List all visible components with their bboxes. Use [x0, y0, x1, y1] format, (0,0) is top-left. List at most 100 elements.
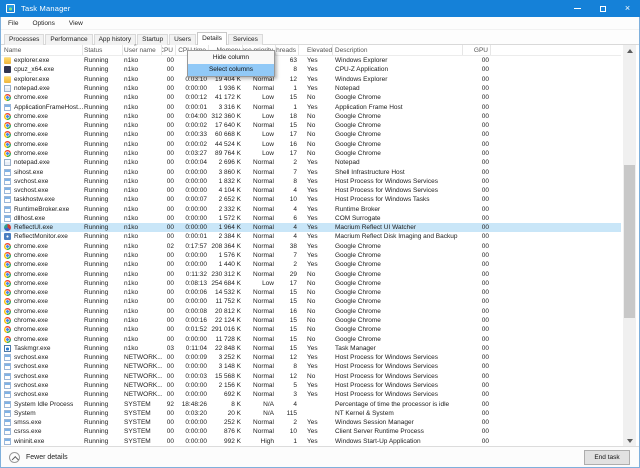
cell-status: Running [84, 391, 109, 399]
column-header-user[interactable]: User name [123, 45, 162, 55]
context-menu-item-hide-column[interactable]: Hide column [188, 51, 274, 64]
process-name-cell: chrome.exe [1, 298, 83, 306]
process-row-chrome-exe[interactable]: chrome.exe Running n1ko 00 0:00:16 22 124 K No… [1, 316, 621, 325]
cell-threads: 17 [289, 279, 297, 287]
scrollbar-thumb[interactable] [624, 165, 635, 318]
process-row-explorer-exe[interactable]: explorer.exeRunningn1ko00Normal63YesWind… [1, 56, 621, 65]
vertical-scrollbar[interactable] [623, 45, 636, 446]
process-row-chrome-exe[interactable]: chrome.exe Running n1ko 00 0:00:06 14 532 K No… [1, 288, 621, 297]
process-row-notepad-exe[interactable]: notepad.exe Running n1ko 00 0:00:04 2 696 K No… [1, 158, 621, 167]
cell-cpu-time: 0:00:00 [185, 205, 207, 213]
process-row-notepad-exe[interactable]: notepad.exe Running n1ko 00 0:00:00 1 936 K No… [1, 84, 621, 93]
tab-details[interactable]: Details [197, 32, 227, 45]
process-row-reflectui-exe[interactable]: ReflectUI.exe Running n1ko 00 0:00:00 1 964 K… [1, 223, 621, 233]
process-row-chrome-exe[interactable]: chrome.exe Running n1ko 00 0:00:00 1 440 K Nor… [1, 260, 621, 269]
cell-threads: 4 [293, 233, 297, 241]
chrome-icon [4, 326, 11, 334]
process-row-wininit-exe[interactable]: wininit.exe Running SYSTEM 00 0:00:00 992 K Hi… [1, 437, 621, 446]
cell-status: Running [84, 187, 109, 195]
process-row-chrome-exe[interactable]: chrome.exe Running n1ko 00 0:00:02 17 640 K No… [1, 121, 621, 130]
tab-processes[interactable]: Processes [4, 34, 45, 45]
process-row-svchost-exe[interactable]: svchost.exe Running n1ko 00 0:00:00 1 832 K No… [1, 177, 621, 186]
cell-description: Google Chrome [335, 298, 381, 306]
end-task-button[interactable]: End task [584, 450, 630, 465]
minimize-button[interactable] [565, 0, 590, 17]
process-row-runtimebroker-exe[interactable]: RuntimeBroker.exe Running n1ko 00 0:00:00 2 3… [1, 205, 621, 214]
process-row-csrss-exe[interactable]: csrss.exe Running SYSTEM 00 0:00:00 876 K Norm… [1, 427, 621, 436]
menu-file[interactable]: File [1, 20, 25, 27]
process-row-svchost-exe[interactable]: svchost.exe Running NETWORK... 00 0:00:00 692… [1, 390, 621, 399]
process-row-chrome-exe[interactable]: chrome.exe Running n1ko 00 0:00:12 41 172 K Lo… [1, 93, 621, 102]
process-row-chrome-exe[interactable]: chrome.exe Running n1ko 00 0:00:00 1 576 K Nor… [1, 251, 621, 260]
process-row-chrome-exe[interactable]: chrome.exe Running n1ko 00 0:11:32 230 312 K N… [1, 269, 621, 278]
cell-cpu: 00 [166, 363, 174, 371]
cell-cpu-time: 0:00:00 [185, 214, 207, 222]
process-row-system[interactable]: System Running SYSTEM 00 0:03:20 20 K N/A 115 NT… [1, 409, 621, 418]
cell-base-priority: N/A [263, 400, 274, 408]
process-row-explorer-exe[interactable]: explorer.exe Running n1ko 00 0:03:10 19 404 K… [1, 75, 621, 84]
process-name-label: dllhost.exe [14, 214, 46, 222]
process-row-cpuz-x64-exe[interactable]: cpuz_x64.exeRunningn1ko00Normal8YesCPU-Z… [1, 65, 621, 74]
process-row-chrome-exe[interactable]: chrome.exe Running n1ko 00 0:01:52 291 016 K N… [1, 325, 621, 334]
taskmgr-icon [4, 344, 11, 352]
process-name-cell: System Idle Process [1, 400, 83, 408]
tab-app-history[interactable]: App history [93, 34, 137, 45]
process-row-reflectmonitor-exe[interactable]: ReflectMonitor.exe Running n1ko 00 0:00:01 2 … [1, 232, 621, 241]
tab-users[interactable]: Users [169, 34, 197, 45]
process-row-system-idle-process[interactable]: System Idle Process Running SYSTEM 92 18:48:… [1, 399, 621, 408]
process-row-chrome-exe[interactable]: chrome.exe Running n1ko 00 0:00:00 11 728 K No… [1, 334, 621, 343]
process-row-chrome-exe[interactable]: chrome.exe Running n1ko 00 0:00:02 44 524 K Lo… [1, 140, 621, 149]
process-row-svchost-exe[interactable]: svchost.exe Running n1ko 00 0:00:00 4 104 K No… [1, 186, 621, 195]
scrollbar-up-button[interactable] [623, 45, 636, 56]
cell-gpu: 00 [481, 112, 489, 120]
context-menu-item-select-columns[interactable]: Select columns [188, 63, 274, 76]
process-row-chrome-exe[interactable]: chrome.exe Running n1ko 00 0:03:27 89 764 K Lo… [1, 149, 621, 158]
scrollbar-down-button[interactable] [623, 435, 636, 446]
process-row-svchost-exe[interactable]: svchost.exe Running NETWORK... 00 0:00:00 3 1… [1, 362, 621, 371]
column-header-status[interactable]: Status [83, 45, 123, 55]
fewer-details-toggle[interactable]: Fewer details [9, 452, 68, 463]
cell-base-priority: Normal [253, 363, 274, 371]
process-row-taskhostw-exe[interactable]: taskhostw.exe Running n1ko 00 0:00:07 2 652 K… [1, 195, 621, 204]
column-header-name[interactable]: Name [1, 45, 83, 55]
process-row-chrome-exe[interactable]: chrome.exe Running n1ko 00 0:00:00 11 752 K No… [1, 297, 621, 306]
cell-description: Google Chrome [335, 289, 381, 297]
process-row-chrome-exe[interactable]: chrome.exe Running n1ko 00 0:04:00 312 360 K L… [1, 112, 621, 121]
process-row-chrome-exe[interactable]: chrome.exe Running n1ko 02 0:17:57 208 364 K N… [1, 242, 621, 251]
tab-services[interactable]: Services [227, 34, 263, 45]
cell-cpu: 00 [166, 112, 174, 120]
process-row-chrome-exe[interactable]: chrome.exe Running n1ko 00 0:08:13 254 684 K L… [1, 279, 621, 288]
menu-options[interactable]: Options [25, 20, 61, 27]
cell-user-name: n1ko [124, 214, 139, 222]
process-row-smss-exe[interactable]: smss.exe Running SYSTEM 00 0:00:00 252 K Norma… [1, 418, 621, 427]
cell-user-name: NETWORK... [124, 391, 162, 399]
cell-description: Macrium Reflect UI Watcher [335, 224, 417, 232]
tab-performance[interactable]: Performance [45, 34, 93, 45]
process-row-applicationframehost[interactable]: ApplicationFrameHost... Running n1ko 00 0:00… [1, 102, 621, 111]
process-row-dllhost-exe[interactable]: dllhost.exe Running n1ko 00 0:00:00 1 572 K No… [1, 214, 621, 223]
tab-startup[interactable]: Startup [137, 34, 169, 45]
generic-icon [4, 187, 11, 195]
column-header-gpu[interactable]: GPU [463, 45, 491, 55]
process-row-taskmgr-exe[interactable]: Taskmgr.exe Running n1ko 03 0:11:04 22 848 K N… [1, 344, 621, 353]
process-row-chrome-exe[interactable]: chrome.exe Running n1ko 00 0:00:08 20 812 K No… [1, 307, 621, 316]
process-row-chrome-exe[interactable]: chrome.exe Running n1ko 00 0:00:33 60 668 K Lo… [1, 130, 621, 139]
maximize-button[interactable] [590, 0, 615, 17]
column-header-cpu[interactable]: CPU [162, 45, 176, 55]
cell-status: Running [84, 372, 109, 380]
cell-threads: 8 [293, 363, 297, 371]
process-name-label: chrome.exe [14, 140, 48, 148]
process-row-sihost-exe[interactable]: sihost.exe Running n1ko 00 0:00:00 3 860 K Nor… [1, 167, 621, 176]
column-header-thr[interactable]: Threads [276, 45, 299, 55]
cell-threads: 2 [293, 419, 297, 427]
cell-status: Running [84, 261, 109, 269]
cell-status: Running [84, 205, 109, 213]
process-row-svchost-exe[interactable]: svchost.exe Running NETWORK... 00 0:00:00 2 1… [1, 381, 621, 390]
process-row-svchost-exe[interactable]: svchost.exe Running NETWORK... 00 0:00:09 3 2… [1, 353, 621, 362]
column-header-desc[interactable]: Description [333, 45, 463, 55]
column-header-elev[interactable]: Elevated [299, 45, 333, 55]
cell-cpu: 00 [166, 252, 174, 260]
process-row-svchost-exe[interactable]: svchost.exe Running NETWORK... 00 0:00:03 15 … [1, 372, 621, 381]
close-button[interactable]: × [615, 0, 640, 17]
menu-view[interactable]: View [62, 20, 90, 27]
